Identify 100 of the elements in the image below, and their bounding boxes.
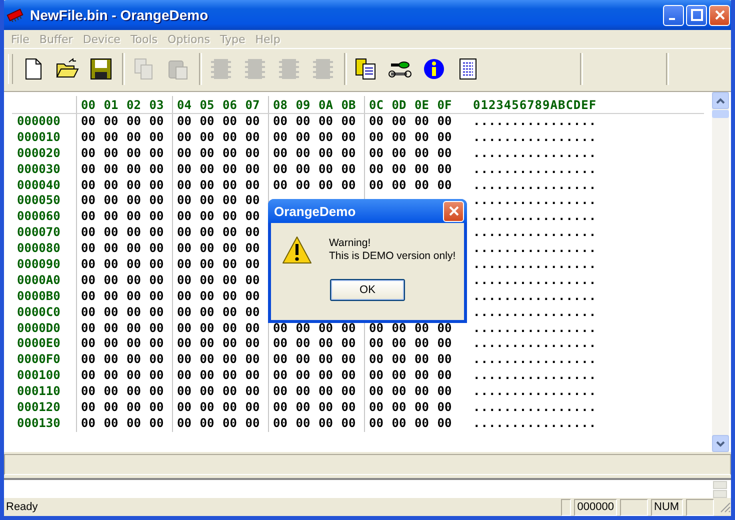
ascii-text: ................ xyxy=(472,416,597,432)
hex-byte: 00 xyxy=(414,336,430,352)
hex-byte: 00 xyxy=(177,384,192,400)
hex-byte: 00 xyxy=(200,272,216,289)
hex-byte: 00 xyxy=(437,352,453,368)
hex-byte: 00 xyxy=(245,225,261,242)
hex-byte: 00 xyxy=(177,304,192,321)
hex-byte: 00 xyxy=(126,257,142,273)
hex-byte: 00 xyxy=(273,114,288,130)
ascii-text: ................ xyxy=(472,368,597,384)
hex-byte: 00 xyxy=(222,209,238,226)
output-field[interactable] xyxy=(4,478,731,498)
hex-byte: 00 xyxy=(369,416,384,432)
hex-byte: 00 xyxy=(177,178,192,194)
hex-byte: 00 xyxy=(392,384,408,400)
hex-byte: 00 xyxy=(104,368,120,384)
hex-byte: 00 xyxy=(341,416,357,432)
minimize-button[interactable] xyxy=(663,4,684,26)
hex-byte: 00 xyxy=(245,336,261,352)
hex-byte: 00 xyxy=(200,178,216,194)
chip-icon xyxy=(209,57,233,81)
close-icon xyxy=(448,205,460,217)
column-header: 02 xyxy=(126,97,142,113)
hex-byte: 00 xyxy=(104,130,120,146)
offset-label: 000020 xyxy=(16,146,62,162)
hex-byte: 00 xyxy=(200,225,216,242)
hex-byte: 00 xyxy=(149,146,165,162)
hex-byte: 00 xyxy=(177,130,192,146)
column-header: 03 xyxy=(149,97,165,113)
num-lock-panel: NUM xyxy=(651,498,683,516)
hex-byte: 00 xyxy=(392,146,408,162)
status-panel xyxy=(620,498,648,516)
hex-byte: 00 xyxy=(81,162,96,178)
maximize-button[interactable] xyxy=(686,4,707,26)
close-button[interactable] xyxy=(443,200,464,222)
offset-label: 000050 xyxy=(16,193,62,210)
scroll-thumb[interactable] xyxy=(712,110,729,118)
hex-byte: 00 xyxy=(126,400,142,416)
hex-byte: 00 xyxy=(222,130,238,146)
hex-byte: 00 xyxy=(104,209,120,226)
chip-icon xyxy=(277,57,301,81)
hex-byte: 00 xyxy=(437,368,453,384)
hex-byte: 00 xyxy=(104,320,120,336)
hex-byte: 00 xyxy=(222,146,238,162)
hex-byte: 00 xyxy=(222,193,238,210)
hex-byte: 00 xyxy=(318,114,334,130)
column-header: 0C xyxy=(369,97,384,113)
hex-byte: 00 xyxy=(149,114,165,130)
hex-byte: 00 xyxy=(126,209,142,226)
hex-byte: 00 xyxy=(149,352,165,368)
hex-byte: 00 xyxy=(81,257,96,273)
hex-byte: 00 xyxy=(318,400,334,416)
hex-byte: 00 xyxy=(414,416,430,432)
hex-byte: 00 xyxy=(81,416,96,432)
hex-byte: 00 xyxy=(341,320,357,336)
chip-icon xyxy=(243,57,267,81)
hex-byte: 00 xyxy=(177,368,192,384)
hex-byte: 00 xyxy=(273,178,288,194)
scrollbar[interactable] xyxy=(712,92,729,452)
offset-label: 000110 xyxy=(16,384,62,400)
hex-byte: 00 xyxy=(341,384,357,400)
hex-byte: 00 xyxy=(245,257,261,273)
warning-icon xyxy=(281,235,313,265)
hex-byte: 00 xyxy=(245,368,261,384)
close-button[interactable] xyxy=(709,4,730,26)
hex-byte: 00 xyxy=(245,416,261,432)
hex-byte: 00 xyxy=(392,368,408,384)
hex-byte: 00 xyxy=(177,209,192,226)
ascii-header: 0123456789ABCDEF xyxy=(472,97,597,113)
ascii-text: ................ xyxy=(472,130,597,146)
ascii-text: ................ xyxy=(472,114,597,130)
offset-label: 000120 xyxy=(16,400,62,416)
hex-byte: 00 xyxy=(222,225,238,242)
hex-byte: 00 xyxy=(200,209,216,226)
hex-byte: 00 xyxy=(104,416,120,432)
hex-byte: 00 xyxy=(414,162,430,178)
ascii-text: ................ xyxy=(472,272,597,289)
info-icon xyxy=(422,57,446,81)
hex-byte: 00 xyxy=(149,178,165,194)
hex-byte: 00 xyxy=(177,336,192,352)
hex-byte: 00 xyxy=(318,162,334,178)
hex-byte: 00 xyxy=(414,146,430,162)
column-header: 00 xyxy=(81,97,96,113)
hex-byte: 00 xyxy=(369,320,384,336)
hex-byte: 00 xyxy=(104,400,120,416)
hex-byte: 00 xyxy=(273,416,288,432)
hex-byte: 00 xyxy=(318,384,334,400)
hex-byte: 00 xyxy=(200,304,216,321)
hex-byte: 00 xyxy=(200,400,216,416)
ok-button[interactable]: OK xyxy=(330,279,405,301)
hex-byte: 00 xyxy=(296,352,312,368)
offset-label: 0000D0 xyxy=(16,320,62,336)
hex-byte: 00 xyxy=(296,162,312,178)
hex-byte: 00 xyxy=(341,178,357,194)
column-header: 0D xyxy=(392,97,408,113)
column-header: 06 xyxy=(222,97,238,113)
hex-byte: 00 xyxy=(414,130,430,146)
hex-byte: 00 xyxy=(81,114,96,130)
hex-byte: 00 xyxy=(81,225,96,242)
hex-byte: 00 xyxy=(222,288,238,305)
